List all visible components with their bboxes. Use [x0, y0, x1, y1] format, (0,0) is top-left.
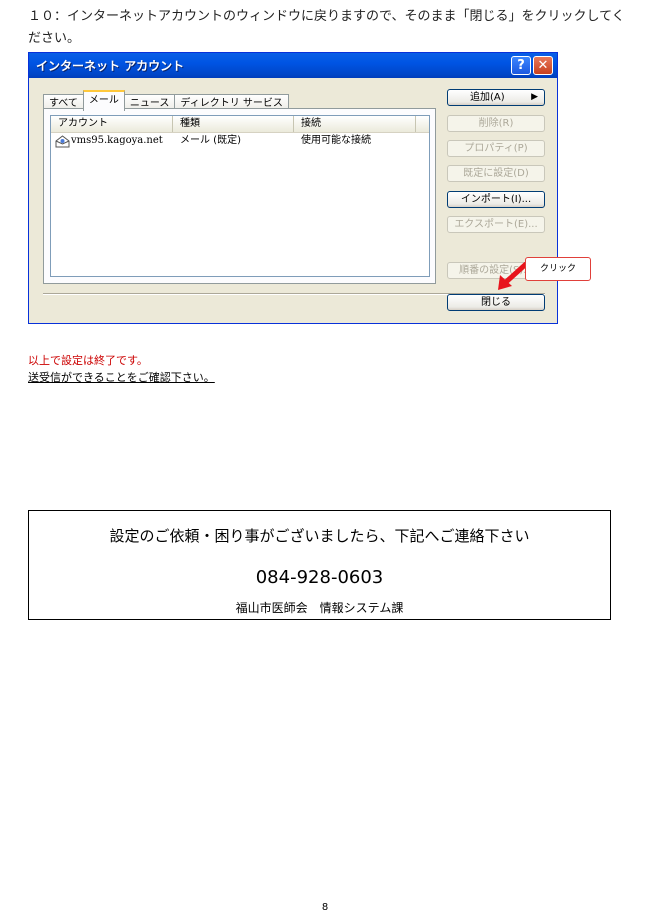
export-button[interactable]: エクスポート(E)... [447, 216, 545, 233]
properties-button[interactable]: プロパティ(P) [447, 140, 545, 157]
dialog-titlebar: インターネット アカウント ? ✕ [29, 53, 557, 78]
titlebar-buttons: ? ✕ [511, 56, 553, 75]
mail-tab-panel: アカウント 種類 接続 vms95.kagoya.net メール (既定) 使用… [43, 108, 436, 284]
click-callout: クリック [525, 257, 591, 281]
internet-accounts-dialog: インターネット アカウント ? ✕ すべて メール ニュース ディレクトリ サー… [28, 52, 558, 324]
contact-message: 設定のご依頼・困り事がございましたら、下記へご連絡下さい [109, 527, 530, 545]
table-row[interactable]: vms95.kagoya.net メール (既定) 使用可能な接続 [51, 133, 429, 149]
window-close-button[interactable]: ✕ [533, 56, 553, 75]
column-header-account[interactable]: アカウント [51, 116, 173, 132]
confirm-line: 送受信ができることをご確認下さい。 [28, 371, 215, 384]
mail-account-icon [55, 134, 70, 147]
account-list[interactable]: アカウント 種類 接続 vms95.kagoya.net メール (既定) 使用… [50, 115, 430, 277]
column-header-type[interactable]: 種類 [173, 116, 294, 132]
add-button[interactable]: 追加(A) ▶ [447, 89, 545, 106]
close-button[interactable]: 閉じる [447, 294, 545, 311]
account-name: vms95.kagoya.net [71, 135, 163, 146]
page-number: 8 [321, 902, 329, 913]
set-default-button[interactable]: 既定に設定(D) [447, 165, 545, 182]
step-instruction: １０：インターネットアカウントのウィンドウに戻りますので、そのまま「閉じる」をク… [28, 9, 625, 46]
completion-message: 以上で設定は終了です。 送受信ができることをご確認下さい。 [28, 352, 215, 386]
account-list-header: アカウント 種類 接続 [51, 116, 429, 133]
tab-mail[interactable]: メール [82, 90, 125, 111]
red-arrow-icon [498, 262, 528, 290]
account-type: メール (既定) [180, 135, 241, 146]
account-cell: vms95.kagoya.net [51, 133, 173, 149]
contact-phone: 084-928-0603 [255, 567, 384, 588]
help-button[interactable]: ? [511, 56, 531, 75]
import-button[interactable]: インポート(I)... [447, 191, 545, 208]
account-connection: 使用可能な接続 [301, 135, 371, 146]
contact-organization: 福山市医師会 情報システム課 [235, 601, 404, 615]
column-header-connection[interactable]: 接続 [294, 116, 416, 132]
contact-box: 設定のご依頼・困り事がございましたら、下記へご連絡下さい 084-928-060… [28, 510, 611, 620]
menu-arrow-icon: ▶ [531, 92, 538, 102]
dialog-title: インターネット アカウント [36, 59, 185, 73]
completion-line: 以上で設定は終了です。 [28, 354, 148, 367]
add-button-label: 追加(A) [470, 92, 505, 103]
remove-button[interactable]: 削除(R) [447, 115, 545, 132]
